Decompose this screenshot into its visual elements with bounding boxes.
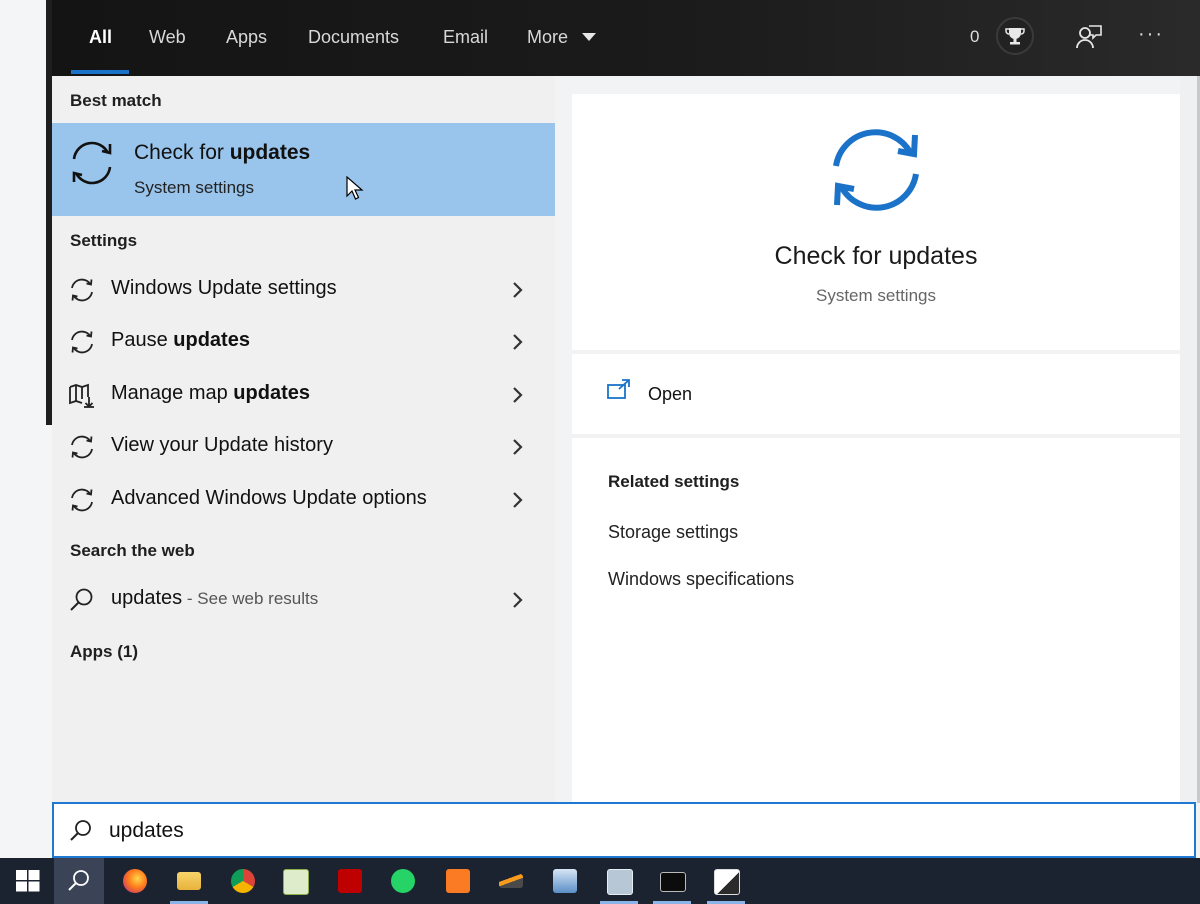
taskbar-chrome[interactable] <box>218 858 268 904</box>
best-match-subtitle: System settings <box>134 178 254 197</box>
search-icon <box>70 588 93 611</box>
search-box[interactable] <box>52 802 1196 858</box>
setting-pause-updates[interactable]: Pause updates <box>52 316 555 368</box>
taskbar-remote-desktop[interactable] <box>540 858 590 904</box>
taskbar-sublime-text[interactable] <box>486 858 536 904</box>
photos-icon <box>714 869 740 895</box>
refresh-icon <box>71 330 93 354</box>
search-results-list: Best match Check for updates System sett… <box>52 76 555 803</box>
notepad-icon <box>283 869 309 895</box>
monitor-icon <box>607 869 633 895</box>
taskbar-xampp[interactable] <box>433 858 483 904</box>
chevron-right-icon[interactable] <box>510 330 526 354</box>
terminal-icon <box>660 872 686 892</box>
setting-view-update-history[interactable]: View your Update history <box>52 421 555 473</box>
section-apps[interactable]: Apps (1) <box>70 642 138 662</box>
desktop-background-left <box>0 0 52 858</box>
tab-apps[interactable]: Apps <box>226 0 267 76</box>
rewards-points: 0 <box>970 27 980 46</box>
firefox-icon <box>123 869 147 893</box>
section-search-web: Search the web <box>70 541 195 560</box>
tab-web[interactable]: Web <box>149 0 186 76</box>
setting-label: View your Update history <box>111 434 333 456</box>
feedback-icon[interactable] <box>1074 22 1104 52</box>
filezilla-icon <box>338 869 362 893</box>
start-button[interactable] <box>2 858 52 904</box>
related-link-storage-settings[interactable]: Storage settings <box>608 522 738 543</box>
section-settings: Settings <box>70 231 138 250</box>
search-icon <box>70 820 91 841</box>
whatsapp-icon <box>391 869 415 893</box>
divider <box>572 434 1180 438</box>
setting-label: Advanced Windows Update options <box>111 487 427 509</box>
refresh-icon <box>71 278 93 302</box>
chevron-right-icon[interactable] <box>510 435 526 459</box>
active-tab-indicator <box>71 70 129 74</box>
setting-manage-map-updates[interactable]: Manage map updates <box>52 369 555 421</box>
taskbar-whatsapp[interactable] <box>378 858 428 904</box>
taskbar-search-button[interactable] <box>54 858 104 904</box>
xampp-icon <box>446 869 470 893</box>
mouse-cursor-icon <box>346 176 364 200</box>
search-pane: All Web Apps Documents Email More 0 ··· <box>52 0 1200 858</box>
web-search-label: updates - See web results <box>111 587 319 609</box>
best-match-result[interactable]: Check for updates System settings <box>52 123 555 216</box>
chevron-right-icon[interactable] <box>510 383 526 407</box>
search-input[interactable] <box>109 812 1109 850</box>
section-best-match: Best match <box>70 91 162 110</box>
setting-label: Windows Update settings <box>111 277 337 299</box>
refresh-icon <box>71 488 93 512</box>
chrome-icon <box>231 869 255 893</box>
preview-subtitle: System settings <box>816 286 936 305</box>
more-options-icon[interactable]: ··· <box>1138 22 1168 52</box>
setting-label: Manage map updates <box>111 382 310 404</box>
setting-advanced-windows-update-options[interactable]: Advanced Windows Update options <box>52 474 555 526</box>
chevron-right-icon[interactable] <box>510 588 526 612</box>
taskbar-firefox[interactable] <box>110 858 160 904</box>
open-external-icon <box>607 379 630 399</box>
tab-all[interactable]: All <box>89 0 112 76</box>
web-search-result[interactable]: updates - See web results <box>52 574 555 626</box>
tab-email[interactable]: Email <box>443 0 488 76</box>
taskbar-terminal[interactable] <box>647 858 697 904</box>
remote-desktop-icon <box>553 869 577 893</box>
taskbar-file-explorer[interactable] <box>164 858 214 904</box>
preview-title: Check for updates <box>774 242 978 270</box>
setting-label: Pause updates <box>111 329 250 351</box>
open-label: Open <box>648 384 693 404</box>
tab-more[interactable]: More <box>527 0 568 76</box>
setting-windows-update-settings[interactable]: Windows Update settings <box>52 264 555 316</box>
taskbar-notepad-plus-plus[interactable] <box>270 858 320 904</box>
chevron-down-icon[interactable] <box>582 33 596 41</box>
taskbar-filezilla[interactable] <box>325 858 375 904</box>
open-button[interactable]: Open <box>572 354 1180 434</box>
windows-logo-icon <box>16 870 40 892</box>
taskbar-network-monitor[interactable] <box>594 858 644 904</box>
map-icon <box>69 383 94 408</box>
chevron-right-icon[interactable] <box>510 278 526 302</box>
tab-documents[interactable]: Documents <box>308 0 399 76</box>
refresh-icon <box>71 435 93 459</box>
folder-icon <box>177 872 201 890</box>
sublime-icon <box>499 874 523 888</box>
trophy-icon[interactable] <box>996 17 1034 55</box>
taskbar <box>0 858 1200 904</box>
taskbar-photos[interactable] <box>701 858 751 904</box>
search-icon <box>68 870 89 891</box>
best-match-title: Check for updates <box>134 141 311 164</box>
result-preview-panel: Check for updates System settings Open R… <box>572 94 1180 803</box>
related-link-windows-specifications[interactable]: Windows specifications <box>608 569 794 590</box>
refresh-icon <box>72 141 112 185</box>
refresh-icon <box>833 129 919 211</box>
search-scope-tabs: All Web Apps Documents Email More 0 ··· <box>52 0 1200 76</box>
related-settings-heading: Related settings <box>608 472 740 491</box>
preview-header: Check for updates System settings <box>572 94 1180 350</box>
chevron-right-icon[interactable] <box>510 488 526 512</box>
